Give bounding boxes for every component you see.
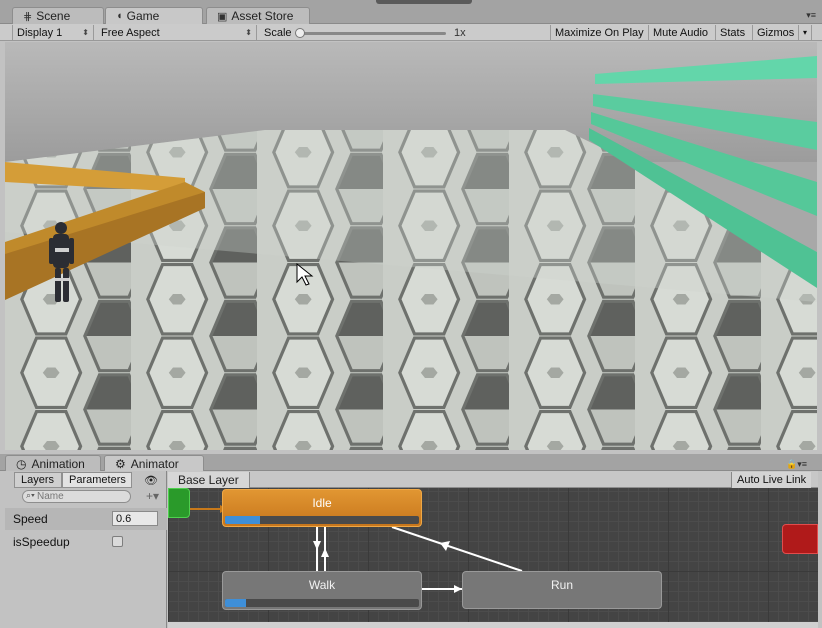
scale-value: 1x (450, 25, 480, 40)
eye-icon[interactable]: 👁 (138, 472, 164, 488)
toolbar-strip (376, 0, 472, 4)
game-viewport[interactable] (5, 42, 817, 450)
param-name: isSpeedup (13, 535, 70, 549)
param-row-isspeedup[interactable]: isSpeedup (5, 531, 167, 553)
clock-icon: ◷ (16, 457, 26, 471)
aspect-value: Free Aspect (101, 27, 160, 39)
state-run[interactable]: Run (462, 571, 662, 609)
progress-fill (225, 599, 246, 607)
scale-label: Scale (260, 25, 300, 40)
speed-value-field[interactable]: 0.6 (112, 511, 158, 526)
gizmos-dropdown-icon[interactable]: ▾ (798, 25, 812, 40)
param-name: Speed (13, 512, 48, 526)
scene-render (5, 42, 817, 450)
search-icon: ⌕▾ (26, 490, 35, 501)
lock-icon[interactable]: 🔒▾≡ (786, 459, 807, 470)
tab-label: Scene (36, 9, 70, 23)
add-parameter-icon[interactable]: +▾ (146, 489, 159, 503)
search-placeholder: Name (37, 491, 64, 502)
state-label: Walk (309, 578, 335, 592)
tab-game[interactable]: ◖ Game (105, 7, 203, 24)
tab-layers[interactable]: Layers (14, 472, 62, 488)
grid-icon: ⋕ (23, 10, 32, 23)
progress-fill (225, 516, 260, 524)
mute-audio-button[interactable]: Mute Audio (649, 25, 716, 40)
scale-slider-track[interactable] (296, 32, 446, 35)
aspect-dropdown[interactable]: Free Aspect (97, 25, 257, 40)
isspeedup-checkbox[interactable] (112, 536, 123, 547)
tab-animator[interactable]: ⚙ Animator (104, 455, 204, 471)
tab-asset-store[interactable]: ▣ Asset Store (206, 7, 310, 24)
graph-status-strip (168, 622, 818, 628)
gizmos-button[interactable]: Gizmos (753, 25, 798, 40)
stats-button[interactable]: Stats (716, 25, 753, 40)
state-label: Idle (312, 496, 331, 510)
state-label: Run (551, 578, 573, 592)
tab-parameters[interactable]: Parameters (62, 472, 132, 488)
tab-animation[interactable]: ◷ Animation (5, 455, 101, 471)
pacman-icon: ◖ (116, 10, 123, 22)
run-idle-transition (392, 527, 522, 571)
tab-menu-icon[interactable]: ▾≡ (806, 10, 816, 21)
tab-label: Game (127, 9, 160, 23)
tab-label: Animator (131, 457, 179, 471)
walk-run-arrow-head (454, 585, 462, 593)
display-value: Display 1 (17, 27, 62, 39)
maximize-on-play-button[interactable]: Maximize On Play (550, 25, 649, 40)
display-dropdown[interactable]: Display 1 (12, 25, 94, 40)
idle-walk-arrow-head (313, 541, 321, 550)
tab-label: Animation (31, 457, 84, 471)
store-icon: ▣ (217, 10, 227, 23)
state-progress (225, 516, 419, 524)
scale-slider-handle[interactable] (295, 28, 305, 38)
walk-idle-arrow-head (321, 548, 329, 557)
tab-scene[interactable]: ⋕ Scene (12, 7, 104, 24)
tab-label: Asset Store (231, 9, 293, 23)
state-progress (225, 599, 419, 607)
parameter-search-input[interactable]: Name (22, 490, 131, 503)
animator-icon: ⚙ (115, 457, 126, 471)
state-idle[interactable]: Idle (222, 489, 422, 527)
state-walk[interactable]: Walk (222, 571, 422, 610)
